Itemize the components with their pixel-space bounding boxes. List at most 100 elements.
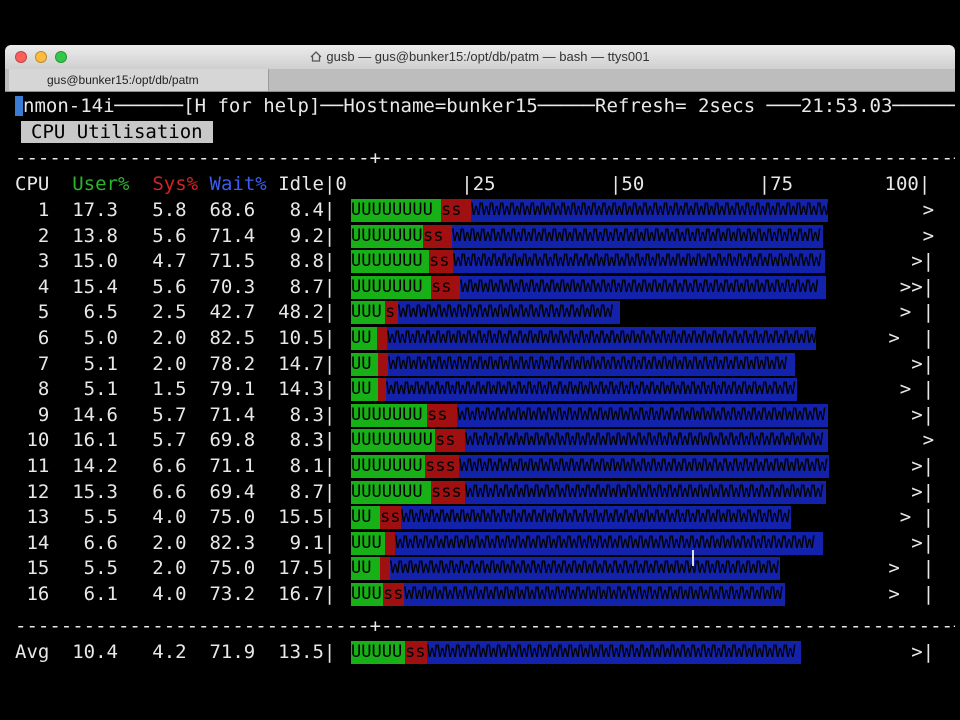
wait-segment: WWWWWWWWWWWWWWWWWWWWWWWWWWWWWWWWWWWWWWW: [388, 352, 795, 376]
idle-pct: 8.7: [255, 275, 324, 298]
cpu-row: 7 5.1 2.0 78.2 14.7|: [15, 352, 336, 375]
scale-0: 0: [335, 173, 347, 195]
cpu-usage-bar: UU ssWWWWWWWWWWWWWWWWWWWWWWWWWWWWWWWWWWWW…: [351, 505, 871, 530]
sys-pct: 4.0: [117, 583, 187, 605]
wait-segment: WWWWWWWWWWWWWWWWWWWWWWWWWWWWWWWWWWW: [460, 275, 826, 299]
wait-pct: 71.9: [186, 641, 256, 663]
cpu-usage-bar: UUUUU ssWWWWWWWWWWWWWWWWWWWWWWWWWWWWWWWWW…: [351, 640, 871, 665]
col-idle: Idle: [278, 173, 324, 195]
terminal-content[interactable]: nmon-14i──────[H for help]──Hostname=bun…: [5, 92, 955, 677]
wait-segment: WWWWWWWWWWWWWWWWWWWWWWWWWWWWWWWWWWW: [465, 480, 826, 504]
idle-pct: 9.2: [255, 224, 324, 247]
wait-pct: 69.8: [186, 429, 256, 452]
cpu-row: 9 14.6 5.7 71.4 8.3|: [15, 403, 336, 426]
sys-pct: 2.5: [117, 301, 187, 324]
sys-segment: [378, 352, 388, 376]
idle-pct: 13.5: [255, 641, 324, 663]
idle-pct: 8.1: [255, 455, 324, 477]
row-end-marker: > |: [899, 301, 935, 324]
cpu-id: Avg: [15, 641, 50, 663]
terminal-window: gusb — gus@bunker15:/opt/db/patm — bash …: [5, 45, 955, 677]
sys-pct: 5.7: [117, 403, 187, 426]
window-title-area: gusb — gus@bunker15:/opt/db/patm — bash …: [5, 49, 955, 64]
wait-segment: WWWWWWWWWWWWWWWWWWWWWWWWWWWWWWWWWWWWWWWW: [386, 378, 797, 402]
app-name: nmon-14i: [23, 95, 115, 117]
cpu-row: 11 14.2 6.6 71.1 8.1|: [15, 455, 336, 477]
sys-pct: 6.6: [117, 455, 187, 477]
cpu-id: 7: [15, 352, 50, 375]
help-hint: [H for help]: [183, 95, 321, 117]
col-cpu: CPU: [15, 173, 50, 195]
cpu-row: 12 15.3 6.6 69.4 8.7|: [15, 480, 336, 503]
wait-segment: WWWWWWWWWWWWWWWWWWWWWWWWWWWWWWWWWWWWWWWW…: [387, 327, 816, 350]
cpu-usage-bar: UU WWWWWWWWWWWWWWWWWWWWWWWWWWWWWWWWWWWWWW…: [351, 352, 871, 377]
cpu-id: 5: [15, 301, 50, 324]
sys-segment: sss: [425, 455, 459, 478]
cpu-row: 5 6.5 2.5 42.7 48.2|: [15, 301, 336, 324]
wait-segment: WWWWWWWWWWWWWWWWWWWWWWWWWWWWWWWWWWWW: [457, 403, 828, 427]
cpu-usage-bar: UUUUUUUssWWWWWWWWWWWWWWWWWWWWWWWWWWWWWWW…: [351, 249, 871, 274]
refresh-interval: Refresh= 2secs: [595, 95, 756, 117]
sys-segment: ss: [383, 583, 404, 606]
row-end-marker: >>|: [899, 275, 935, 298]
cpu-row: 13 5.5 4.0 75.0 15.5|: [15, 506, 336, 529]
cpu-row: 1 17.3 5.8 68.6 8.4|: [15, 199, 336, 221]
row-end-marker: >: [922, 199, 935, 221]
cpu-usage-bar: UUUUUUUssWWWWWWWWWWWWWWWWWWWWWWWWWWWWWWW…: [351, 275, 871, 300]
separator-mid: -------------------------------+--------…: [15, 615, 955, 637]
section-title: CPU Utilisation: [21, 121, 213, 143]
row-end-marker: >|: [911, 403, 935, 426]
idle-pct: 15.5: [255, 506, 324, 529]
wait-pct: 75.0: [186, 557, 256, 580]
sys-segment: [385, 531, 395, 555]
cpu-row: 4 15.4 5.6 70.3 8.7|: [15, 275, 336, 298]
separator-top: -------------------------------+--------…: [15, 147, 955, 169]
row-end-marker: >|: [911, 455, 935, 477]
wait-pct: 75.0: [186, 506, 256, 529]
col-wait: Wait%: [209, 173, 267, 195]
cpu-row: 6 5.0 2.0 82.5 10.5|: [15, 327, 336, 349]
sys-segment: ss: [429, 250, 453, 274]
row-end-marker: > |: [888, 327, 935, 349]
column-header-row: CPU User% Sys% Wait% Idle|0 |25 |50 |75 …: [15, 173, 931, 195]
user-segment: UUUUUUUU: [351, 199, 441, 222]
idle-pct: 48.2: [255, 301, 324, 324]
user-pct: 5.1: [49, 378, 118, 401]
cpu-usage-bar: UUU s WWWWWWWWWWWWWWWWWWWWW: [351, 300, 871, 325]
user-pct: 14.2: [49, 455, 118, 477]
cpu-usage-bar: UUUUUUUU ss WWWWWWWWWWWWWWWWWWWWWWWWWWWWWW…: [351, 198, 871, 223]
sys-segment: [380, 557, 390, 581]
wait-segment: WWWWWWWWWWWWWWWWWWWWWWWWWWWWWWWWWWWW: [453, 250, 825, 274]
cpu-usage-bar: UUUUUUU sss WWWWWWWWWWWWWWWWWWWWWWWWWWWWWW…: [351, 480, 871, 505]
user-segment: UUUUUUU: [351, 224, 423, 248]
wait-pct: 68.6: [186, 199, 256, 221]
wait-segment: WWWWWWWWWWWWWWWWWWWWWWWWWWWWWWWWWWWWWW: [390, 557, 780, 581]
hostname: Hostname=bunker15: [343, 95, 538, 117]
cpu-id: 9: [15, 403, 50, 426]
sys-pct: 1.5: [117, 378, 187, 401]
cpu-id: 14: [15, 531, 50, 554]
user-segment: UUUUUUU: [351, 455, 425, 478]
wait-pct: 42.7: [186, 301, 256, 324]
cpu-id: 8: [15, 378, 50, 401]
wait-pct: 69.4: [186, 480, 256, 503]
sys-segment: ss: [423, 224, 452, 248]
cpu-row: 3 15.0 4.7 71.5 8.8|: [15, 250, 336, 273]
user-segment: UU: [351, 557, 380, 581]
text-cursor: [15, 96, 23, 116]
terminal-tab[interactable]: gus@bunker15:/opt/db/patm: [9, 69, 269, 91]
wait-segment: WWWWWWWWWWWWWWWWWWWWWWWWWWWWWWWWWWWWWWWW…: [395, 531, 823, 555]
idle-pct: 17.5: [255, 557, 324, 580]
wait-segment: WWWWWWWWWWWWWWWWWWWWWWWWWWWWWWWWWWW: [465, 429, 828, 453]
user-pct: 10.4: [49, 641, 118, 663]
window-title: gusb — gus@bunker15:/opt/db/patm — bash …: [326, 49, 650, 64]
scale-75: |75: [758, 173, 794, 195]
user-segment: UUUUUUU: [351, 403, 427, 427]
user-segment: UU: [351, 327, 377, 350]
idle-pct: 10.5: [255, 327, 324, 349]
wait-pct: 71.5: [186, 250, 256, 273]
sys-pct: 4.7: [117, 250, 187, 273]
sys-segment: s: [385, 301, 398, 325]
idle-pct: 16.7: [255, 583, 324, 605]
user-pct: 14.6: [49, 403, 118, 426]
